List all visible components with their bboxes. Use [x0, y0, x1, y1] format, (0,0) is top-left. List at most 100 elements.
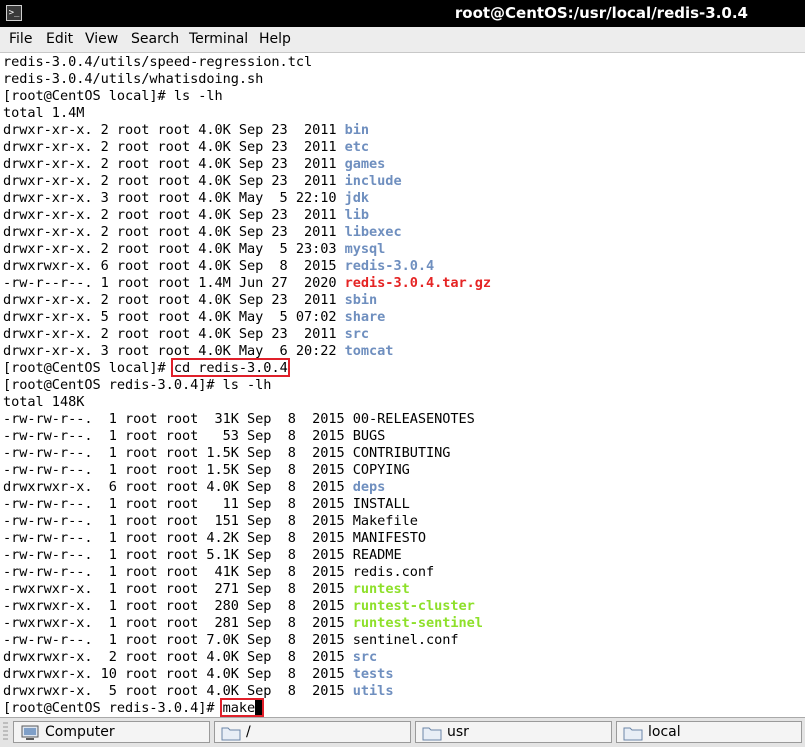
terminal-line: -rw-rw-r--. 1 root root 11 Sep 8 2015 IN…: [3, 496, 410, 513]
directory-entry: mysql: [344, 241, 386, 257]
executable-entry: runtest: [352, 581, 410, 597]
terminal-text: drwxr-xr-x. 5 root root 4.0K May 5 07:02: [3, 309, 345, 325]
terminal-text: -rw-rw-r--. 1 root root 41K Sep 8 2015 r…: [3, 564, 435, 580]
directory-entry: redis-3.0.4: [344, 258, 435, 274]
terminal-line: -rw-rw-r--. 1 root root 31K Sep 8 2015 0…: [3, 411, 475, 428]
terminal-text: drwxr-xr-x. 2 root root 4.0K Sep 23 2011: [3, 326, 345, 342]
directory-entry: games: [344, 156, 386, 172]
terminal-line: drwxrwxr-x. 6 root root 4.0K Sep 8 2015 …: [3, 479, 385, 496]
executable-entry: runtest-cluster: [352, 598, 475, 614]
terminal-text: drwxrwxr-x. 2 root root 4.0K Sep 8 2015: [3, 649, 353, 665]
terminal-text: drwxr-xr-x. 2 root root 4.0K Sep 23 2011: [3, 292, 345, 308]
directory-entry: sbin: [344, 292, 378, 308]
terminal-line: drwxr-xr-x. 5 root root 4.0K May 5 07:02…: [3, 309, 385, 326]
directory-entry: bin: [344, 122, 370, 138]
directory-entry: libexec: [344, 224, 402, 240]
folder-icon: [623, 725, 643, 747]
taskbar-label: /: [246, 724, 251, 740]
terminal-text: -rw-rw-r--. 1 root root 31K Sep 8 2015 0…: [3, 411, 475, 427]
terminal-line: -rw-rw-r--. 1 root root 151 Sep 8 2015 M…: [3, 513, 418, 530]
directory-entry: jdk: [344, 190, 370, 206]
executable-entry: runtest-sentinel: [352, 615, 483, 631]
terminal-text: drwxrwxr-x. 6 root root 4.0K Sep 8 2015: [3, 479, 353, 495]
terminal-text: drwxr-xr-x. 2 root root 4.0K Sep 23 2011: [3, 122, 345, 138]
terminal-text: [root@CentOS redis-3.0.4]#: [3, 700, 223, 716]
menu-edit[interactable]: Edit: [46, 31, 73, 48]
taskbar-item-computer[interactable]: Computer: [13, 721, 210, 743]
directory-entry: etc: [344, 139, 370, 155]
terminal-line: total 1.4M: [3, 105, 84, 122]
directory-entry: tests: [352, 666, 394, 682]
highlight-box: [219, 698, 265, 717]
terminal-line: drwxr-xr-x. 2 root root 4.0K Sep 23 2011…: [3, 207, 369, 224]
directory-entry: deps: [352, 479, 386, 495]
taskbar-item-root[interactable]: /: [214, 721, 411, 743]
terminal-text: redis-3.0.4/utils/speed-regression.tcl: [3, 54, 313, 70]
terminal-text: -rwxrwxr-x. 1 root root 281 Sep 8 2015: [3, 615, 353, 631]
terminal-text: -rw-r--r--. 1 root root 1.4M Jun 27 2020: [3, 275, 345, 291]
menu-bar: File Edit View Search Terminal Help: [0, 27, 805, 53]
terminal-text: drwxr-xr-x. 2 root root 4.0K Sep 23 2011: [3, 224, 345, 240]
terminal-text: [root@CentOS redis-3.0.4]# ls -lh: [3, 377, 272, 393]
terminal-text: drwxr-xr-x. 2 root root 4.0K Sep 23 2011: [3, 207, 345, 223]
terminal-line: total 148K: [3, 394, 84, 411]
terminal-text: total 1.4M: [3, 105, 85, 121]
terminal-text: drwxr-xr-x. 3 root root 4.0K May 6 20:22: [3, 343, 345, 359]
terminal-text: redis-3.0.4/utils/whatisdoing.sh: [3, 71, 264, 87]
terminal-line: redis-3.0.4/utils/speed-regression.tcl: [3, 54, 312, 71]
terminal-line: redis-3.0.4/utils/whatisdoing.sh: [3, 71, 263, 88]
terminal-line: drwxr-xr-x. 3 root root 4.0K May 5 22:10…: [3, 190, 369, 207]
terminal-text: -rwxrwxr-x. 1 root root 271 Sep 8 2015: [3, 581, 353, 597]
terminal-text: -rw-rw-r--. 1 root root 5.1K Sep 8 2015 …: [3, 547, 402, 563]
terminal-text: -rw-rw-r--. 1 root root 7.0K Sep 8 2015 …: [3, 632, 459, 648]
terminal-text: drwxr-xr-x. 2 root root 4.0K Sep 23 2011: [3, 156, 345, 172]
terminal-text: total 148K: [3, 394, 85, 410]
terminal-line: drwxr-xr-x. 2 root root 4.0K Sep 23 2011…: [3, 139, 369, 156]
terminal-line: -rwxrwxr-x. 1 root root 281 Sep 8 2015 r…: [3, 615, 483, 632]
terminal-text: [root@CentOS local]# ls -lh: [3, 88, 223, 104]
taskbar-label: Computer: [45, 724, 115, 740]
terminal-line: -rw-r--r--. 1 root root 1.4M Jun 27 2020…: [3, 275, 491, 292]
terminal-line: -rw-rw-r--. 1 root root 5.1K Sep 8 2015 …: [3, 547, 402, 564]
terminal-line: drwxrwxr-x. 2 root root 4.0K Sep 8 2015 …: [3, 649, 377, 666]
terminal-line: drwxr-xr-x. 2 root root 4.0K Sep 23 2011…: [3, 156, 385, 173]
terminal-icon: >_: [6, 5, 22, 21]
terminal-text: -rw-rw-r--. 1 root root 151 Sep 8 2015 M…: [3, 513, 418, 529]
menu-help[interactable]: Help: [259, 31, 291, 48]
terminal-output[interactable]: redis-3.0.4/utils/speed-regression.tcl re…: [0, 53, 805, 717]
terminal-text: -rwxrwxr-x. 1 root root 280 Sep 8 2015: [3, 598, 353, 614]
directory-entry: share: [344, 309, 386, 325]
directory-entry: tomcat: [344, 343, 394, 359]
folder-icon: [221, 725, 241, 747]
menu-search[interactable]: Search: [131, 31, 179, 48]
window-title: root@CentOS:/usr/local/redis-3.0.4: [454, 4, 748, 22]
taskbar-label: local: [648, 724, 681, 740]
menu-file[interactable]: File: [9, 31, 32, 48]
terminal-line: drwxr-xr-x. 2 root root 4.0K Sep 23 2011…: [3, 224, 402, 241]
terminal-line: -rw-rw-r--. 1 root root 41K Sep 8 2015 r…: [3, 564, 434, 581]
taskbar-label: usr: [447, 724, 469, 740]
terminal-text: -rw-rw-r--. 1 root root 1.5K Sep 8 2015 …: [3, 445, 451, 461]
terminal-text: drwxr-xr-x. 2 root root 4.0K Sep 23 2011: [3, 173, 345, 189]
highlight-box: [170, 358, 290, 377]
terminal-line: drwxrwxr-x. 10 root root 4.0K Sep 8 2015…: [3, 666, 394, 683]
terminal-line: drwxr-xr-x. 2 root root 4.0K Sep 23 2011…: [3, 326, 369, 343]
terminal-text: -rw-rw-r--. 1 root root 1.5K Sep 8 2015 …: [3, 462, 410, 478]
directory-entry: lib: [344, 207, 370, 223]
terminal-line: -rwxrwxr-x. 1 root root 280 Sep 8 2015 r…: [3, 598, 475, 615]
terminal-line: drwxr-xr-x. 2 root root 4.0K Sep 23 2011…: [3, 173, 402, 190]
menu-terminal[interactable]: Terminal: [189, 31, 248, 48]
terminal-text: drwxrwxr-x. 6 root root 4.0K Sep 8 2015: [3, 258, 345, 274]
title-bar: >_ root@CentOS:/usr/local/redis-3.0.4: [0, 0, 805, 27]
terminal-line: drwxr-xr-x. 2 root root 4.0K Sep 23 2011…: [3, 122, 369, 139]
menu-view[interactable]: View: [85, 31, 118, 48]
terminal-text: drwxr-xr-x. 3 root root 4.0K May 5 22:10: [3, 190, 345, 206]
taskbar-item-usr[interactable]: usr: [415, 721, 612, 743]
terminal-line: -rw-rw-r--. 1 root root 53 Sep 8 2015 BU…: [3, 428, 385, 445]
terminal-line: drwxr-xr-x. 2 root root 4.0K May 5 23:03…: [3, 241, 385, 258]
directory-entry: src: [344, 326, 370, 342]
terminal-text: [root@CentOS local]#: [3, 360, 174, 376]
taskbar-item-local[interactable]: local: [616, 721, 802, 743]
terminal-text: drwxrwxr-x. 5 root root 4.0K Sep 8 2015: [3, 683, 353, 699]
terminal-line: -rw-rw-r--. 1 root root 1.5K Sep 8 2015 …: [3, 445, 450, 462]
